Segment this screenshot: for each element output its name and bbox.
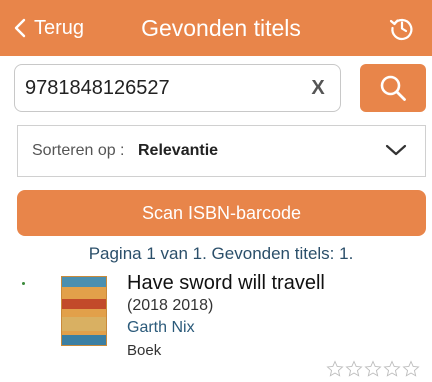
scan-isbn-button[interactable]: Scan ISBN-barcode [17, 190, 426, 236]
cover-bottom-band [62, 335, 106, 345]
history-clock-icon [389, 18, 413, 41]
page-title: Gevonden titels [141, 14, 301, 41]
result-item[interactable]: Have sword will travell (2018 2018) Gart… [0, 268, 432, 382]
result-title[interactable]: Have sword will travell [127, 272, 325, 295]
star-icon[interactable] [383, 360, 401, 378]
history-button[interactable] [388, 14, 416, 42]
result-author[interactable]: Garth Nix [127, 319, 195, 337]
app-header: Terug Gevonden titels [0, 0, 432, 56]
star-icon[interactable] [364, 360, 382, 378]
star-rating[interactable] [326, 360, 420, 378]
star-icon[interactable] [345, 360, 363, 378]
search-box: X [14, 64, 341, 112]
sort-value: Relevantie [138, 142, 219, 159]
list-bullet [22, 282, 25, 285]
book-cover-image[interactable] [61, 276, 107, 346]
clear-search-button[interactable]: X [306, 65, 330, 111]
star-icon[interactable] [402, 360, 420, 378]
cover-illustration [62, 317, 106, 331]
chevron-down-icon [385, 144, 407, 156]
star-icon[interactable] [326, 360, 344, 378]
search-input[interactable] [15, 65, 300, 111]
search-icon [380, 75, 406, 101]
sort-select[interactable]: Sorteren op : Relevantie [17, 125, 426, 177]
cover-top-band [62, 277, 106, 287]
search-button[interactable] [360, 64, 426, 112]
result-type: Boek [127, 342, 162, 359]
cover-title-band [62, 299, 106, 309]
sort-label: Sorteren op : [32, 142, 125, 159]
result-year: (2018 2018) [127, 297, 214, 314]
pagination-info: Pagina 1 van 1. Gevonden titels: 1. [88, 244, 354, 263]
